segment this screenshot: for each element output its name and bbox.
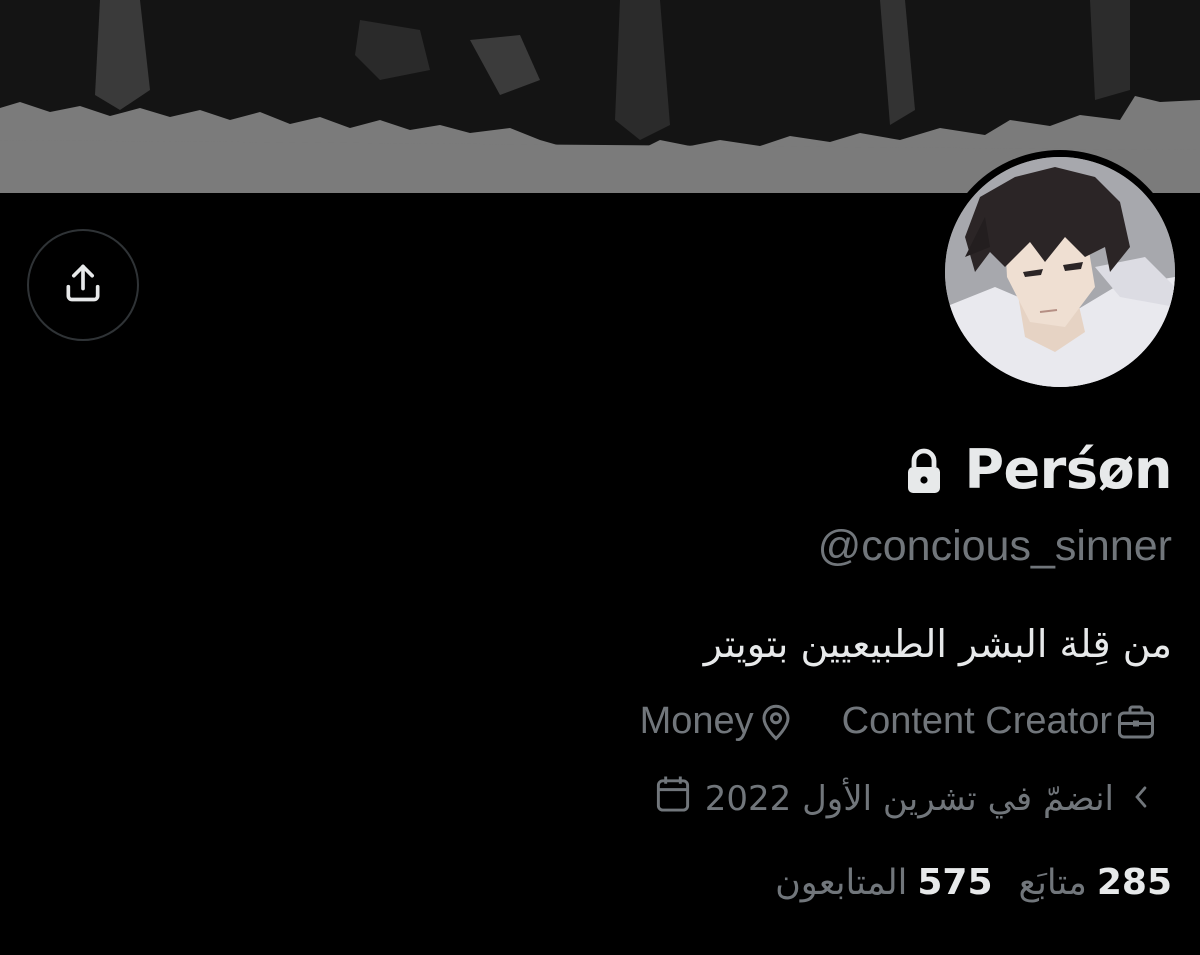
chevron-left-icon <box>1132 779 1150 819</box>
profile-handle: @concious_sinner <box>817 522 1172 570</box>
lock-icon <box>904 445 944 495</box>
profile-avatar[interactable] <box>938 150 1182 394</box>
profile-display-name: Perśøn <box>964 438 1172 501</box>
profile-name-row: Perśøn <box>904 438 1172 501</box>
joined-date-text: انضمّ في تشرين الأول 2022 <box>704 778 1114 819</box>
avatar-image <box>945 157 1175 387</box>
profile-bio: من قِلة البشر الطبيعيين بتويتر <box>703 622 1172 666</box>
followers-count: 575 <box>917 862 993 903</box>
profile-location: Money <box>640 700 794 743</box>
profile-stats-row: 285 متابَع 575 المتابعون <box>775 862 1172 903</box>
profile-meta-row: Money Content Creator <box>640 700 1156 743</box>
briefcase-icon <box>1116 704 1156 740</box>
following-label: متابَع <box>1018 863 1087 903</box>
followers-stat[interactable]: 575 المتابعون <box>775 862 992 903</box>
followers-label: المتابعون <box>775 863 908 903</box>
calendar-icon <box>655 775 691 822</box>
following-count: 285 <box>1096 862 1172 903</box>
share-icon <box>61 261 105 309</box>
profile-profession: Content Creator <box>842 700 1156 743</box>
following-stat[interactable]: 285 متابَع <box>1019 862 1173 903</box>
share-button[interactable] <box>27 229 139 341</box>
profile-joined-row[interactable]: انضمّ في تشرين الأول 2022 <box>655 775 1150 822</box>
location-pin-icon <box>758 702 794 742</box>
location-text: Money <box>639 700 754 742</box>
profession-text: Content Creator <box>841 700 1112 742</box>
